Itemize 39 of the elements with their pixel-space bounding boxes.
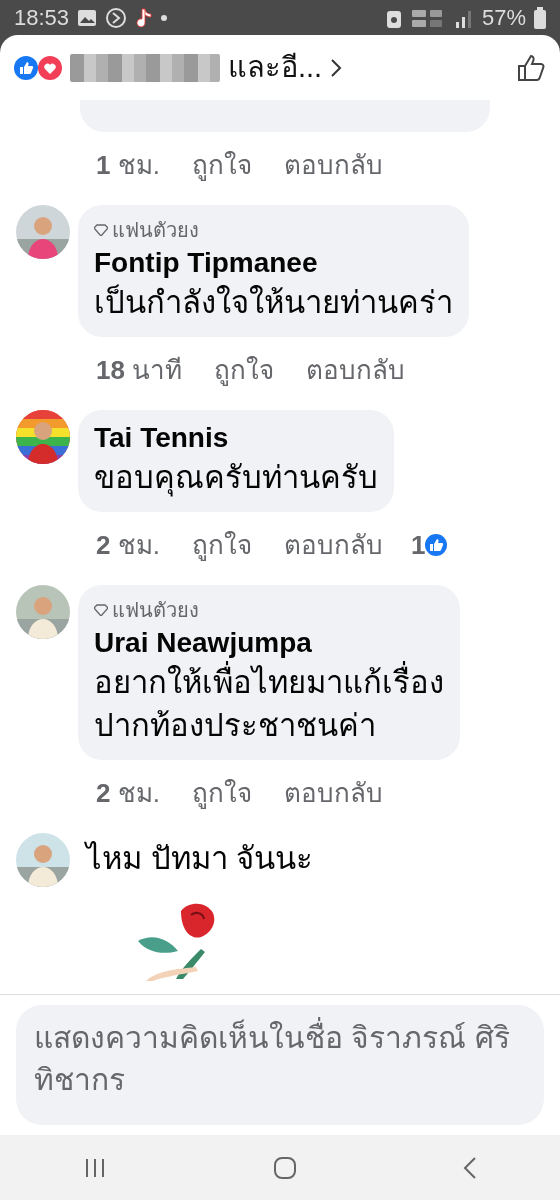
comment-text: ขอบคุณครับท่านครับ — [94, 459, 378, 499]
battery-icon — [534, 6, 546, 29]
like-link[interactable]: ถูกใจ — [191, 146, 252, 185]
comment-time: 18 นาที — [96, 353, 183, 387]
image-icon — [77, 8, 98, 27]
thumbs-up-icon[interactable] — [516, 52, 546, 83]
like-link[interactable]: ถูกใจ — [191, 773, 252, 813]
like-link[interactable]: ถูกใจ — [214, 350, 275, 390]
comment-text: เป็นกำลังใจให้นายท่านคร่า — [94, 283, 453, 323]
reaction-count: 1 — [410, 528, 426, 562]
like-link[interactable]: ถูกใจ — [191, 525, 252, 565]
comment-field[interactable]: แสดงความคิดเห็นในชื่อ จิราภรณ์ ศิริทิชากร — [16, 1005, 544, 1125]
fan-label: แฟนตัวยง — [112, 597, 199, 623]
back-icon[interactable] — [463, 1155, 477, 1180]
recent-apps-icon[interactable] — [83, 1156, 107, 1179]
reply-link[interactable]: ตอบกลับ — [306, 350, 406, 390]
reply-link[interactable]: ตอบกลับ — [283, 525, 383, 565]
like-icon — [14, 55, 38, 80]
home-icon[interactable] — [273, 1155, 297, 1180]
music-note-icon — [135, 6, 154, 29]
battery-percent: 57% — [481, 4, 526, 32]
chevron-right-icon — [330, 57, 343, 78]
comment-time: 1 ชม. — [96, 149, 160, 182]
author-name[interactable]: Tai Tennis — [94, 419, 378, 457]
reaction-names[interactable]: และอี... — [228, 45, 323, 90]
reply-link[interactable]: ตอบกลับ — [283, 146, 383, 185]
like-icon — [425, 534, 448, 557]
diamond-icon — [94, 603, 108, 616]
diamond-icon — [94, 224, 108, 236]
dot-icon — [161, 14, 168, 21]
author-name[interactable]: Fontip Tipmanee — [94, 245, 453, 282]
reply-link[interactable]: ตอบกลับ — [283, 773, 383, 813]
comment-time: 2 ชม. — [96, 776, 160, 810]
status-time: 18:53 — [14, 4, 70, 32]
author-name[interactable]: ไหม ปัทมา จันนะ — [86, 836, 314, 883]
fan-label: แฟนตัวยง — [112, 218, 199, 243]
comment-text: อยากให้เพื่อไทยมาแก้เรื่อง ปากท้องประชาชนค่า — [94, 660, 444, 748]
author-name[interactable]: Urai Neawjumpa — [94, 624, 444, 661]
comment-time: 2 ชม. — [96, 528, 160, 562]
